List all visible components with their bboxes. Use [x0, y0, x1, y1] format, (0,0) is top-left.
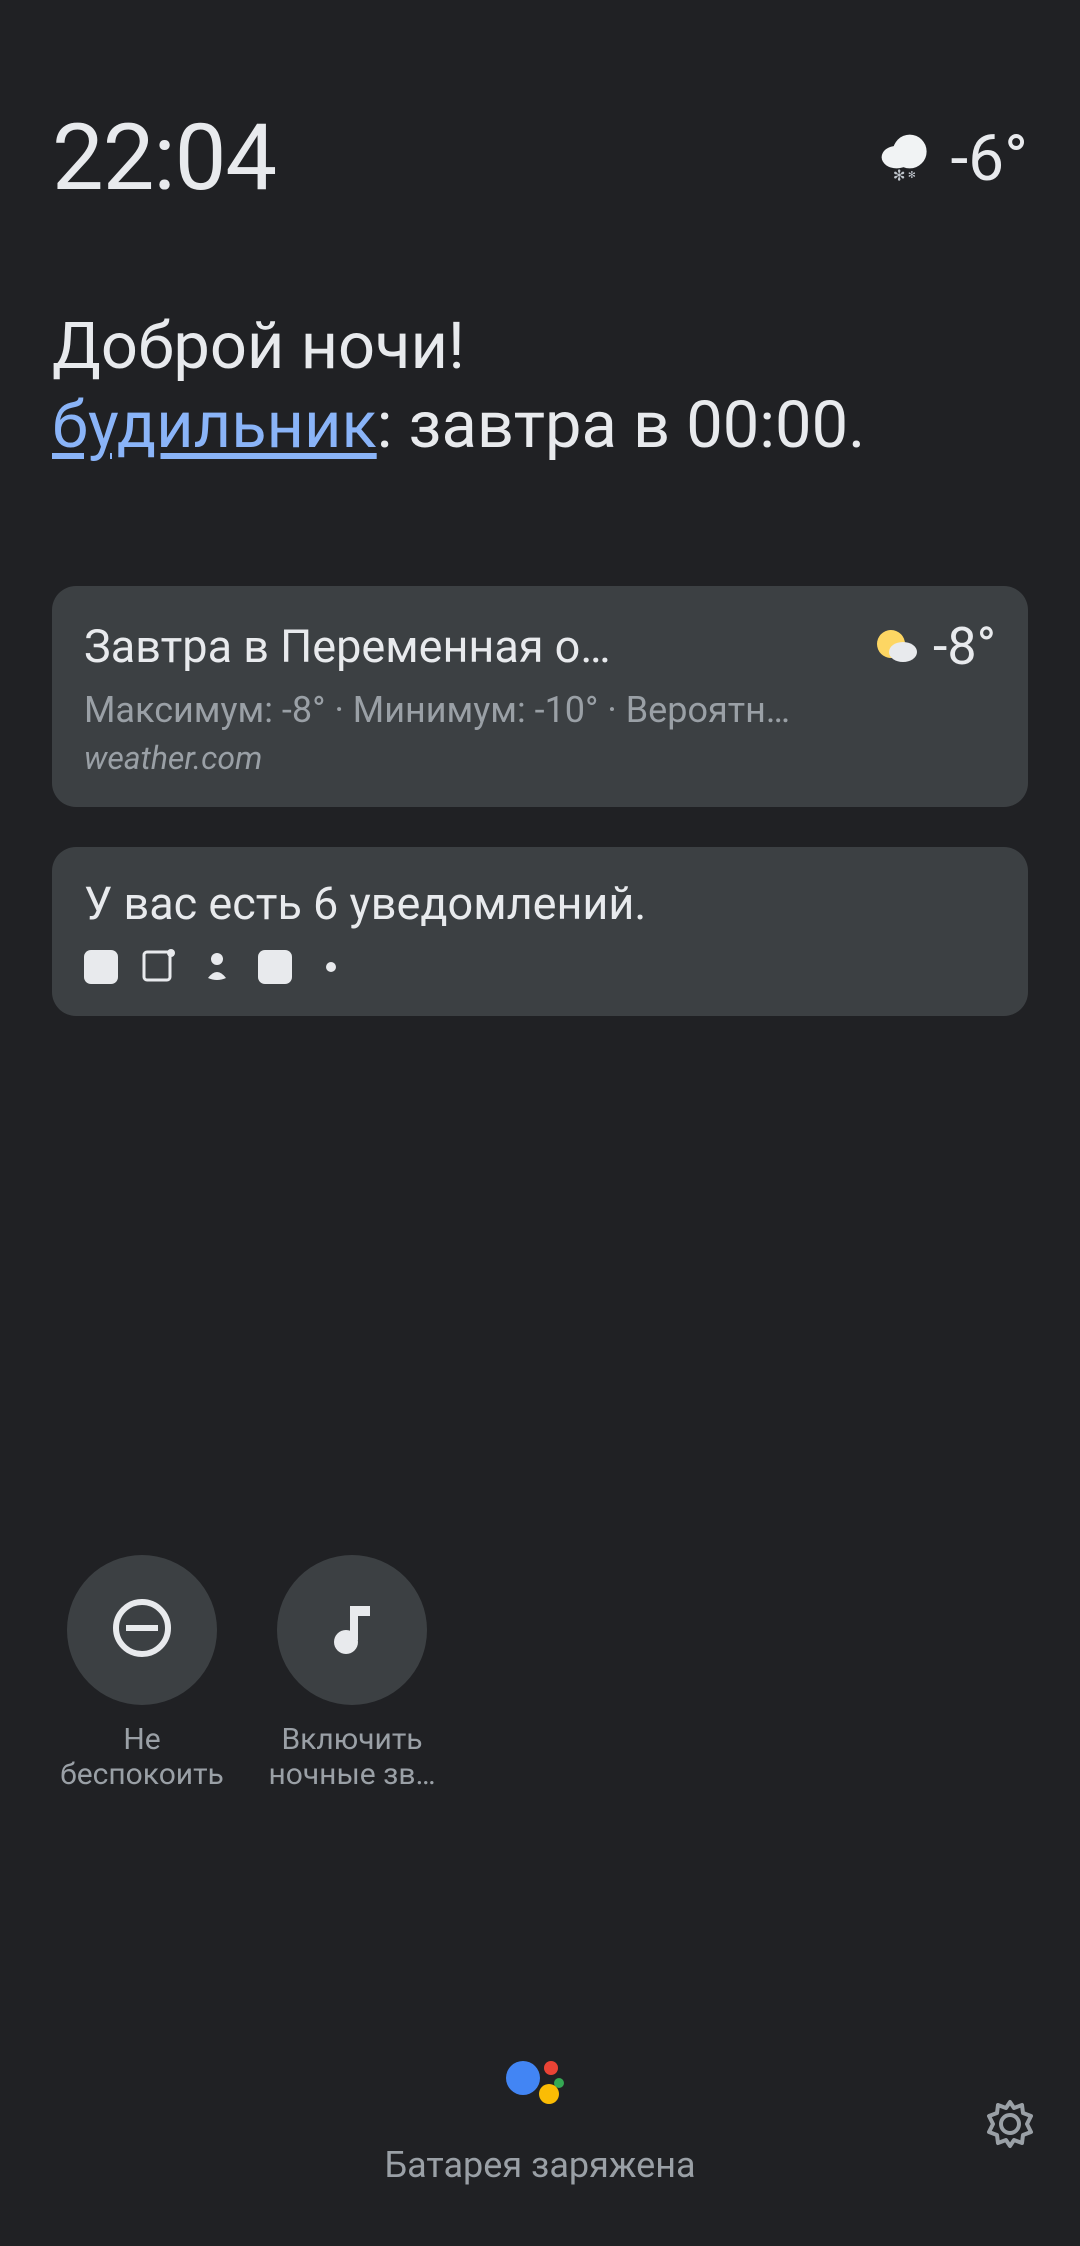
notifications-card[interactable]: У вас есть 6 уведомлений. — [52, 847, 1028, 1016]
weather-now-temp: -6° — [950, 121, 1028, 196]
alarm-text: : завтра в 00:00. — [377, 387, 866, 463]
alarm-link[interactable]: будильник — [52, 387, 377, 463]
dnd-action[interactable]: Не беспокоить — [52, 1555, 232, 1792]
night-sounds-label: Включить ночные зв… — [262, 1723, 442, 1792]
greeting-block: Доброй ночи! будильник: завтра в 00:00. — [52, 307, 1028, 466]
notifications-title: У вас есть 6 уведомлений. — [84, 877, 996, 930]
snow-icon: ✻ ✻ — [876, 129, 936, 189]
app-icon — [258, 950, 292, 984]
app-icon — [84, 950, 118, 984]
dnd-label: Не беспокоить — [52, 1723, 232, 1792]
night-sounds-action[interactable]: Включить ночные зв… — [262, 1555, 442, 1792]
app-icon — [200, 948, 234, 986]
do-not-disturb-icon — [106, 1592, 178, 1668]
svg-text:✻: ✻ — [893, 166, 906, 184]
weather-card-source: weather.com — [84, 739, 996, 777]
partly-cloudy-icon — [871, 622, 919, 670]
greeting-title: Доброй ночи! — [52, 307, 1028, 386]
assistant-icon[interactable] — [495, 2048, 585, 2108]
weather-card-title: Завтра в Переменная о… — [84, 620, 853, 673]
weather-card-temp: -8° — [933, 616, 996, 677]
weather-card-subline: Максимум: -8° · Минимум: -10° · Вероятн… — [84, 689, 996, 731]
app-icon — [142, 948, 176, 986]
weather-card[interactable]: Завтра в Переменная о… -8° Максимум: -8°… — [52, 586, 1028, 807]
settings-button[interactable] — [980, 2096, 1040, 2156]
music-note-icon — [316, 1592, 388, 1668]
more-dot-icon — [326, 962, 336, 972]
notification-app-icons — [84, 948, 996, 986]
clock-time: 22:04 — [52, 105, 276, 212]
battery-status: Батарея заряжена — [384, 2144, 695, 2186]
gear-icon — [982, 2096, 1038, 2156]
svg-text:✻: ✻ — [908, 169, 916, 180]
weather-now[interactable]: ✻ ✻ -6° — [876, 121, 1028, 196]
